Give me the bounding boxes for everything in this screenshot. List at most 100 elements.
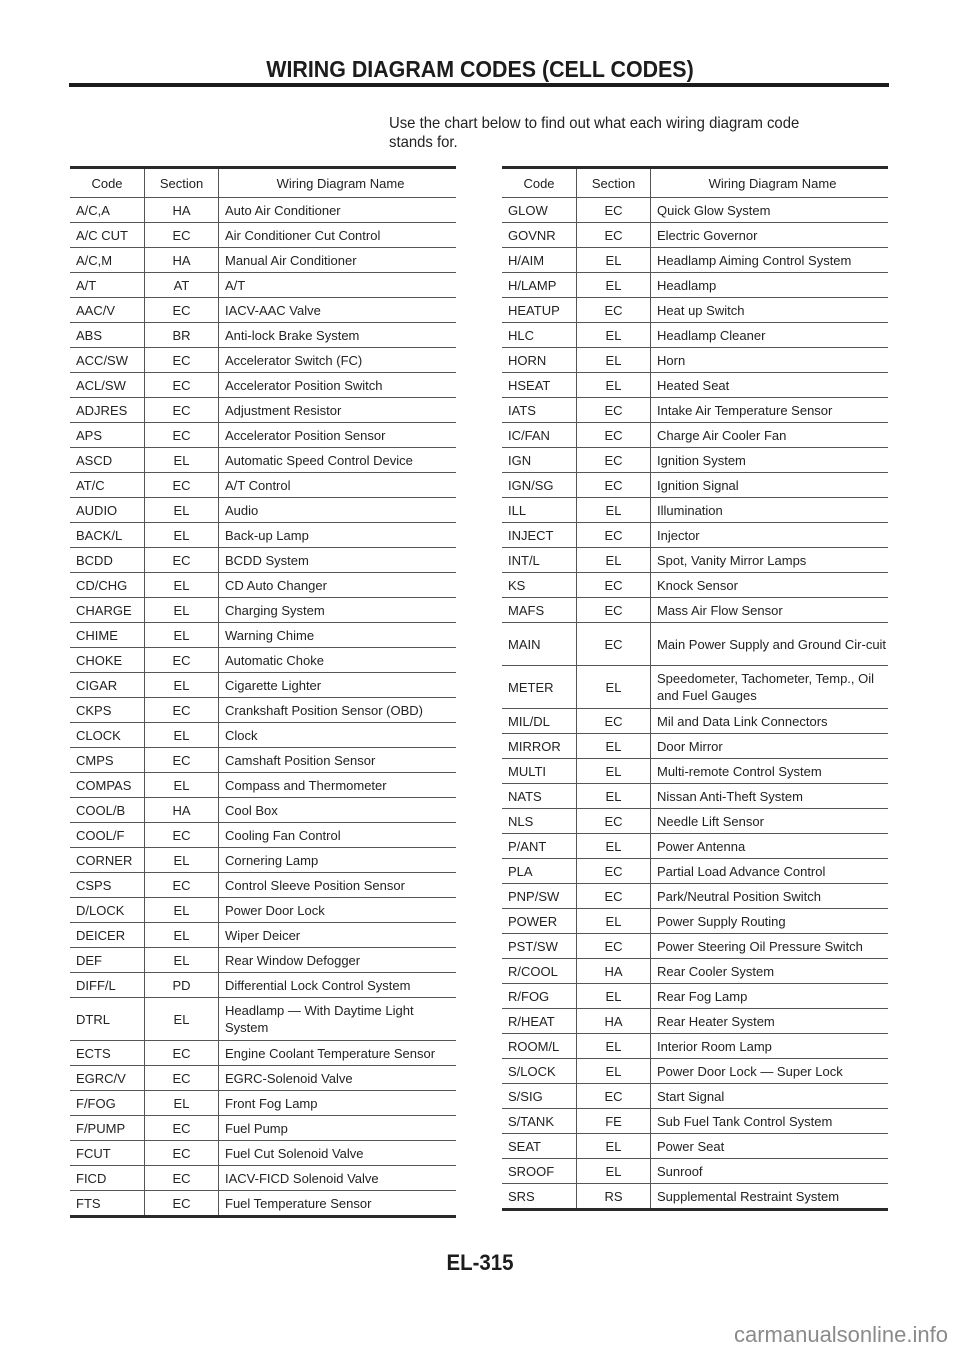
cell-code: SROOF: [502, 1158, 577, 1184]
cell-section: EL: [144, 447, 219, 473]
cell-code: COMPAS: [70, 772, 145, 798]
cell-code: F/FOG: [70, 1090, 145, 1116]
cell-code: BCDD: [70, 547, 145, 573]
cell-code: COOL/F: [70, 822, 145, 848]
table-row: IC/FAN EC Charge Air Cooler Fan: [502, 422, 888, 448]
cell-section: EL: [144, 1090, 219, 1116]
table-row: SEAT EL Power Seat: [502, 1133, 888, 1159]
table-row: A/C,A HA Auto Air Conditioner: [70, 197, 456, 223]
table-row: APS EC Accelerator Position Sensor: [70, 422, 456, 448]
table-row: HSEAT EL Heated Seat: [502, 372, 888, 398]
cell-code: PNP/SW: [502, 883, 577, 909]
table-row: ACL/SW EC Accelerator Position Switch: [70, 372, 456, 398]
intro-text: Use the chart below to find out what eac…: [389, 114, 889, 152]
cell-section: HA: [144, 197, 219, 223]
cell-section: EL: [576, 833, 651, 859]
cell-code: ADJRES: [70, 397, 145, 423]
cell-section: EL: [576, 1158, 651, 1184]
cell-code: A/C CUT: [70, 222, 145, 248]
cell-section: EC: [576, 858, 651, 884]
table-row: PST/SW EC Power Steering Oil Pressure Swit…: [502, 933, 888, 959]
cell-section: EC: [576, 222, 651, 248]
cell-code: ABS: [70, 322, 145, 348]
cell-name: Spot, Vanity Mirror Lamps: [650, 547, 888, 573]
cell-name: Accelerator Position Switch: [218, 372, 456, 398]
cell-section: EL: [144, 572, 219, 598]
watermark: carmanualsonline.info: [733, 1322, 948, 1347]
cell-section: EL: [144, 772, 219, 798]
table-row: COOL/F EC Cooling Fan Control: [70, 822, 456, 848]
cell-section: EC: [144, 697, 219, 723]
table-row: BACK/L EL Back-up Lamp: [70, 522, 456, 548]
cell-code: DIFF/L: [70, 972, 145, 998]
cell-code: HLC: [502, 322, 577, 348]
page-title: WIRING DIAGRAM CODES (CELL CODES): [266, 56, 694, 82]
cell-name: Accelerator Switch (FC): [218, 347, 456, 373]
cell-name: Illumination: [650, 497, 888, 523]
table-row: ROOM/L EL Interior Room Lamp: [502, 1033, 888, 1059]
cell-code: ILL: [502, 497, 577, 523]
table-row: F/PUMP EC Fuel Pump: [70, 1115, 456, 1141]
cell-section: EC: [576, 422, 651, 448]
cell-name: IACV-AAC Valve: [218, 297, 456, 323]
title-rule: [69, 83, 889, 87]
table-row: KS EC Knock Sensor: [502, 572, 888, 598]
cell-section: EC: [144, 422, 219, 448]
table-row: CHIME EL Warning Chime: [70, 622, 456, 648]
cell-name: Supplemental Restraint System: [657, 1188, 840, 1204]
cell-code: NATS: [502, 783, 577, 809]
cell-name: Auto Air Conditioner: [218, 197, 456, 223]
cell-code: CSPS: [70, 872, 145, 898]
table-row: P/ANT EL Power Antenna: [502, 833, 888, 859]
table-row: DTRL EL Headlamp — With Daytime Light Syst…: [70, 997, 456, 1041]
cell-section: EL: [144, 922, 219, 948]
table-row: MIL/DL EC Mil and Data Link Connectors: [502, 708, 888, 734]
cell-section: EL: [576, 983, 651, 1009]
table-row: CKPS EC Crankshaft Position Sensor (OBD): [70, 697, 456, 723]
cell-name: Automatic Choke: [218, 647, 456, 673]
cell-name: Power Antenna: [650, 833, 888, 859]
cell-section: EC: [144, 872, 219, 898]
cell-code: HEATUP: [502, 297, 577, 323]
cell-code: METER: [502, 665, 577, 709]
cell-code: IGN: [502, 447, 577, 473]
cell-name: Door Mirror: [650, 733, 888, 759]
cell-name: Accelerator Position Sensor: [218, 422, 456, 448]
table-row: R/COOL HA Rear Cooler System: [502, 958, 888, 984]
cell-code: DTRL: [70, 997, 145, 1041]
cell-section: EC: [576, 297, 651, 323]
table-row: POWER EL Power Supply Routing: [502, 908, 888, 934]
cell-section: EL: [576, 347, 651, 373]
cell-section: PD: [144, 972, 219, 998]
cell-name: Audio: [218, 497, 456, 523]
cell-code: DEF: [70, 947, 145, 973]
cell-name: Rear Cooler System: [650, 958, 888, 984]
cell-name: Clock: [218, 722, 456, 748]
table-row: NATS EL Nissan Anti-Theft System: [502, 783, 888, 809]
table-row: A/C,M HA Manual Air Conditioner: [70, 247, 456, 273]
cell-name: Power Door Lock — Super Lock: [650, 1058, 888, 1084]
cell-section: EL: [576, 1033, 651, 1059]
cell-section: EC: [576, 1083, 651, 1109]
cell-code: A/T: [70, 272, 145, 298]
cell-name: Warning Chime: [218, 622, 456, 648]
cell-name: Rear Fog Lamp: [650, 983, 888, 1009]
cell-name: Power Supply Routing: [650, 908, 888, 934]
cell-name: Heat up Switch: [650, 297, 888, 323]
table-row: PNP/SW EC Park/Neutral Position Switch: [502, 883, 888, 909]
cell-section: EC: [144, 347, 219, 373]
page-number: EL-315: [446, 1250, 514, 1275]
cell-code: NLS: [502, 808, 577, 834]
cell-code: AT/C: [70, 472, 145, 498]
cell-code: IGN/SG: [502, 472, 577, 498]
cell-name: Park/Neutral Position Switch: [650, 883, 888, 909]
codes-table-left-body: A/C,A HA Auto Air Conditioner A/C CUT EC Air …: [70, 197, 456, 1217]
cell-name: Air Conditioner Cut Control: [218, 222, 456, 248]
cell-code: FICD: [70, 1165, 145, 1191]
table-row: S/SIG EC Start Signal: [502, 1083, 888, 1109]
cell-code: AUDIO: [70, 497, 145, 523]
cell-code: KS: [502, 572, 577, 598]
table-row: CLOCK EL Clock: [70, 722, 456, 748]
cell-section: EC: [576, 572, 651, 598]
cell-name: A/T: [218, 272, 456, 298]
